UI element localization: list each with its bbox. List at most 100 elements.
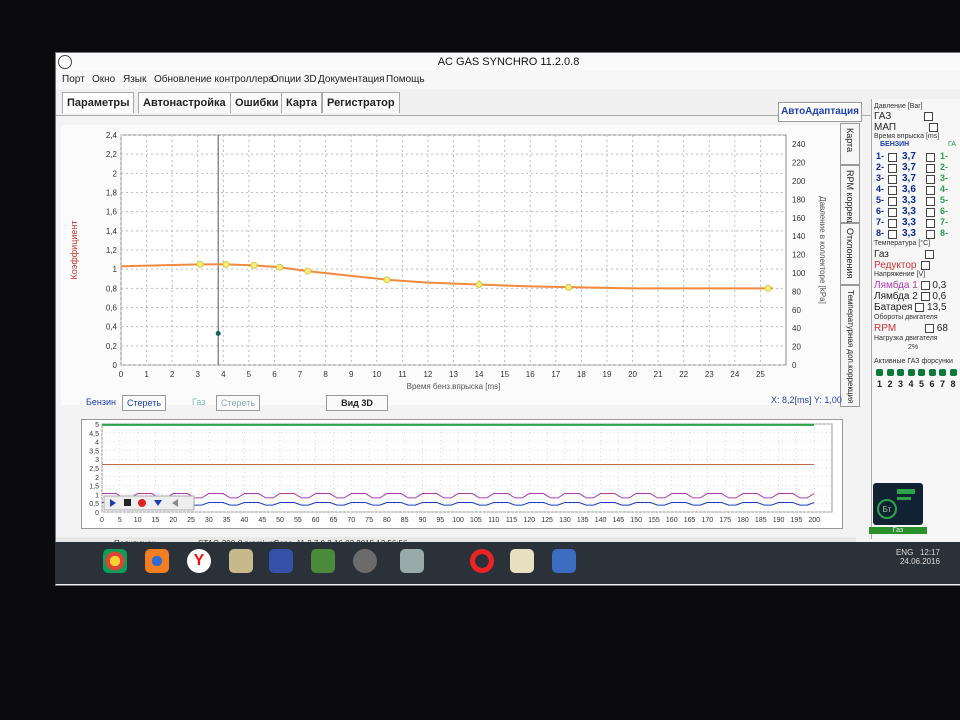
y2-tick-label: 200 — [792, 177, 806, 186]
menu-update-controller[interactable]: Обновление контроллера — [154, 74, 274, 85]
recorder-x-tick-label: 200 — [808, 517, 820, 524]
recorder-x-tick-label: 40 — [241, 517, 249, 524]
cylinder-number: 4- — [876, 184, 885, 194]
menu-language[interactable]: Язык — [123, 74, 146, 85]
cylinder-gas-checkbox[interactable] — [926, 175, 935, 184]
synchro-app-icon[interactable] — [552, 549, 576, 573]
lambda1-checkbox[interactable] — [920, 280, 930, 290]
cylinder-gas-checkbox[interactable] — [926, 186, 935, 195]
x-tick-label: 8 — [323, 370, 328, 379]
injector-indicator — [876, 369, 883, 376]
correction-chart[interactable]: 0 1 2 3 4 5 6 7 8 9 10 11 12 13 14 15 16 17 18 19 20 21 22 23 24… — [61, 125, 844, 405]
yandex-icon[interactable]: Y — [187, 549, 211, 573]
recorder-y-tick-label: 0 — [95, 510, 99, 517]
playback-bar — [103, 495, 195, 511]
x-tick-label: 25 — [756, 370, 765, 379]
recorder-y-tick-label: 2,5 — [89, 466, 99, 473]
injector-number: 6 — [929, 379, 935, 389]
cylinder-gas-checkbox[interactable] — [926, 153, 935, 162]
temp-reducer-checkbox[interactable] — [920, 260, 930, 270]
menu-documentation[interactable]: Документация — [318, 74, 385, 85]
cylinder-gas-checkbox[interactable] — [926, 208, 935, 217]
injector-indicator — [939, 369, 946, 376]
cylinder-gas-checkbox[interactable] — [926, 164, 935, 173]
battery-value: 13,5 — [927, 302, 947, 313]
lambda1-value: 0,3 — [932, 280, 947, 291]
cylinder-gas-checkbox[interactable] — [926, 230, 935, 239]
recorder-chart-svg: 0 5 10 15 20 25 30 35 40 45 50 55 60 65 70 75 80 85 90 95 10… — [89, 422, 833, 524]
vtab-temperature-correction[interactable]: Температурная доп.коррекция — [840, 285, 860, 407]
vtab-deviations[interactable]: Отклонения — [840, 223, 860, 285]
media-icon[interactable] — [353, 549, 377, 573]
cylinder-checkbox[interactable] — [888, 219, 897, 228]
cylinder-gas-number: 8- — [940, 228, 949, 238]
file-explorer-icon[interactable] — [229, 549, 253, 573]
pressure-map-checkbox[interactable] — [928, 122, 938, 132]
tab-errors[interactable]: Ошибки — [230, 92, 284, 113]
injector-indicator — [907, 369, 915, 376]
cylinder-gas-checkbox[interactable] — [926, 197, 935, 206]
view-3d-button[interactable]: Вид 3D — [326, 395, 388, 411]
recorder-x-tick-label: 100 — [452, 517, 464, 524]
dvd-icon[interactable] — [400, 549, 424, 573]
tab-autotuning[interactable]: Автонастройка — [138, 92, 231, 113]
cylinder-gas-checkbox[interactable] — [926, 219, 935, 228]
cylinder-checkbox[interactable] — [888, 230, 897, 239]
chrome-icon[interactable] — [103, 549, 127, 573]
lambda2-label: Лямбда 2 — [874, 291, 918, 302]
menu-3d-options[interactable]: Опции 3D — [271, 74, 317, 85]
cylinder-number: 8- — [876, 228, 885, 238]
rpm-checkbox[interactable] — [925, 323, 935, 333]
tab-recorder[interactable]: Регистратор — [322, 92, 400, 113]
gas-program-icon[interactable] — [311, 549, 335, 573]
pressure-gaz-checkbox[interactable] — [924, 111, 934, 121]
map-point — [565, 283, 573, 291]
cylinder-checkbox[interactable] — [888, 175, 897, 184]
injector-number: 2 — [887, 379, 893, 389]
x-tick-label: 9 — [349, 370, 354, 379]
erase-gaz-button[interactable]: Стереть — [216, 395, 261, 411]
map-point — [304, 267, 312, 275]
cylinder-gas-number: 5- — [940, 195, 949, 205]
erase-benzin-button[interactable]: Стереть — [122, 395, 167, 411]
cylinder-checkbox[interactable] — [888, 208, 897, 217]
save-disk-icon[interactable] — [269, 549, 293, 573]
x-axis-label: Время бенз.впрыска [ms] — [407, 382, 501, 391]
cylinder-gas-number: 3- — [940, 173, 949, 183]
menu-help[interactable]: Помощь — [386, 74, 425, 85]
clock-time: 12:17 — [919, 548, 940, 557]
tab-map[interactable]: Карта — [281, 92, 323, 113]
tab-parameters[interactable]: Параметры — [62, 92, 135, 113]
language-indicator[interactable]: ENG — [896, 548, 913, 557]
x-tick-label: 22 — [679, 370, 688, 379]
map-point — [383, 276, 391, 284]
cylinder-checkbox[interactable] — [888, 197, 897, 206]
menu-port[interactable]: Порт — [62, 74, 85, 85]
x-tick-label: 21 — [654, 370, 663, 379]
menu-window[interactable]: Окно — [92, 74, 115, 85]
cylinder-checkbox[interactable] — [888, 164, 897, 173]
cylinder-gas-number: 4- — [940, 184, 949, 194]
injector-indicator — [949, 369, 957, 376]
injector-indicator — [928, 369, 936, 376]
calc-icon[interactable] — [510, 549, 534, 573]
vtab-rpm-correction[interactable]: RPM коррекция — [840, 165, 860, 236]
y-tick-label: 1,8 — [106, 189, 118, 198]
autoadaptation-button[interactable]: АвтоАдаптация — [778, 102, 862, 122]
recorder-chart[interactable]: 0 5 10 15 20 25 30 35 40 45 50 55 60 65 70 75 80 85 90 95 10… — [81, 419, 843, 529]
recorder-x-tick-label: 0 — [100, 517, 104, 524]
lambda2-checkbox[interactable] — [920, 291, 930, 301]
system-tray[interactable]: ENG 12:17 24.06.2016 — [896, 548, 940, 566]
cylinder-checkbox[interactable] — [888, 186, 897, 195]
temp-gaz-checkbox[interactable] — [924, 249, 934, 259]
pressure-map-label: МАП — [874, 122, 897, 133]
x-tick-label: 11 — [398, 370, 407, 379]
cylinder-checkbox[interactable] — [888, 153, 897, 162]
firefox-icon[interactable] — [145, 549, 169, 573]
vtab-map[interactable]: Карта — [840, 123, 860, 165]
opera-icon[interactable] — [470, 549, 494, 573]
x-tick-label: 16 — [526, 370, 535, 379]
cylinder-number: 1- — [876, 151, 885, 161]
battery-checkbox[interactable] — [915, 302, 925, 312]
y2-tick-label: 60 — [792, 306, 801, 315]
